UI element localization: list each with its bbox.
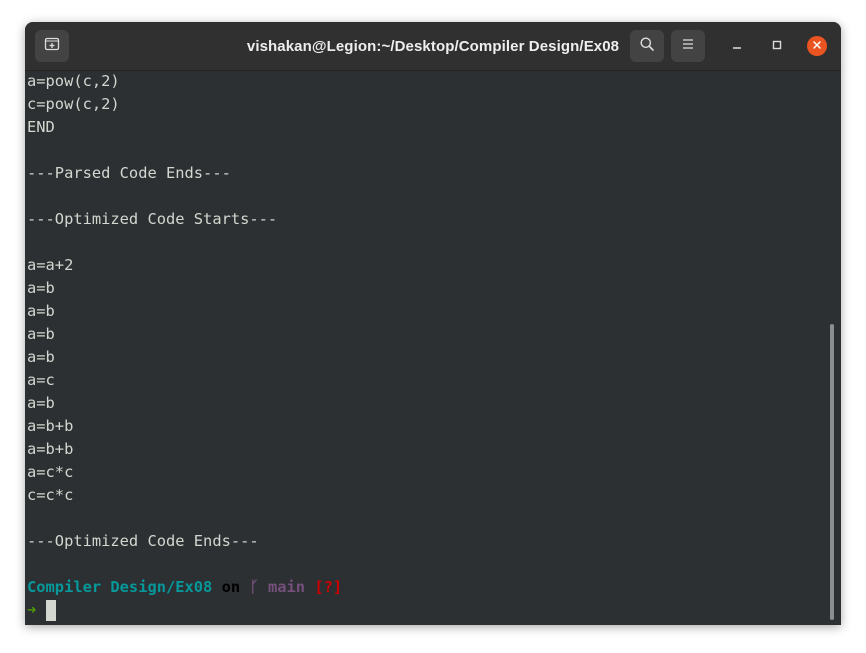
maximize-icon	[772, 37, 782, 55]
output-line: ---Optimized Code Ends---	[27, 532, 259, 550]
prompt-directory: Compiler Design/Ex08	[27, 578, 213, 596]
terminal-cursor	[46, 600, 57, 621]
output-line: a=b	[27, 279, 55, 297]
window-title: vishakan@Legion:~/Desktop/Compiler Desig…	[246, 37, 620, 55]
output-line: ---Optimized Code Starts---	[27, 210, 278, 228]
output-line: a=c*c	[27, 463, 74, 481]
minimize-icon	[732, 37, 742, 55]
maximize-button[interactable]	[767, 36, 787, 56]
prompt-arrow-icon: ➜	[27, 601, 37, 619]
output-line: ---Parsed Code Ends---	[27, 164, 231, 182]
minimize-button[interactable]	[727, 36, 747, 56]
hamburger-menu-icon	[681, 37, 695, 55]
output-line: a=b	[27, 302, 55, 320]
menu-button[interactable]	[671, 30, 705, 62]
output-line: a=b+b	[27, 417, 74, 435]
git-branch-icon: ᚴ	[249, 578, 259, 596]
output-line: a=c	[27, 371, 55, 389]
prompt-on-label: on	[221, 578, 241, 596]
search-button[interactable]	[630, 30, 664, 62]
new-tab-button[interactable]	[35, 30, 69, 62]
close-button[interactable]	[807, 36, 827, 56]
terminal-window: vishakan@Legion:~/Desktop/Compiler Desig…	[25, 22, 841, 625]
output-line: a=b	[27, 348, 55, 366]
output-line: a=a+2	[27, 256, 74, 274]
new-tab-icon	[44, 36, 60, 57]
search-icon	[639, 36, 655, 57]
output-line: a=b	[27, 325, 55, 343]
prompt-git-status: [?]	[314, 578, 343, 596]
output-line: a=b+b	[27, 440, 74, 458]
title-bar[interactable]: vishakan@Legion:~/Desktop/Compiler Desig…	[25, 22, 841, 71]
output-line: c=c*c	[27, 486, 74, 504]
close-icon	[812, 37, 822, 55]
vertical-scrollbar[interactable]	[830, 324, 834, 620]
prompt-branch-name: main	[267, 578, 306, 596]
prompt-line: Compiler Design/Ex08 on ᚴ main [?]	[27, 576, 827, 599]
output-line: a=pow(c,2)	[27, 72, 120, 90]
terminal-output[interactable]: a=pow(c,2) c=pow(c,2) END ---Parsed Code…	[27, 70, 827, 625]
output-line: END	[27, 118, 55, 136]
output-line: c=pow(c,2)	[27, 95, 120, 113]
input-line[interactable]: ➜	[27, 599, 827, 622]
output-line: a=b	[27, 394, 55, 412]
